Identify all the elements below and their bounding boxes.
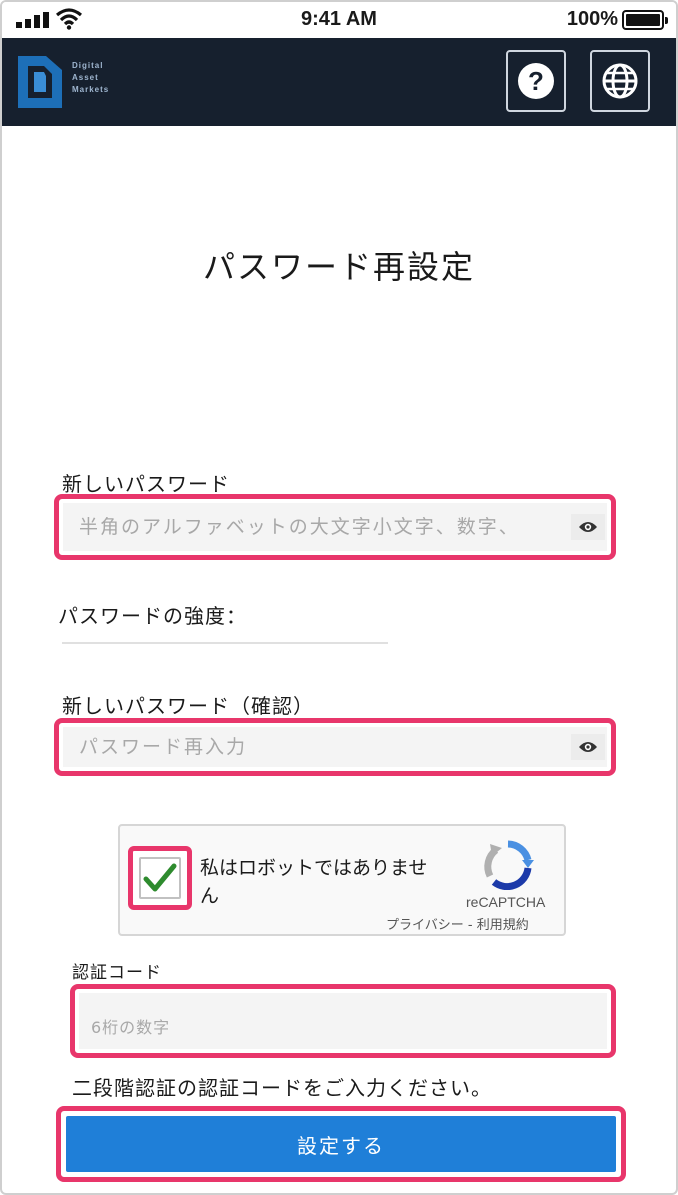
confirm-password-input[interactable]	[63, 727, 607, 767]
eye-icon	[579, 522, 597, 532]
auth-code-field	[70, 984, 616, 1058]
help-icon: ?	[518, 63, 554, 99]
new-password-input[interactable]	[63, 503, 607, 551]
recaptcha-widget: 私はロボットではありません reCAPTCHA プライバシー - 利用規約	[118, 824, 566, 936]
globe-icon	[602, 63, 638, 99]
password-strength-label: パスワードの強度：	[58, 604, 247, 628]
language-button[interactable]	[590, 50, 650, 112]
confirm-password-field	[54, 718, 616, 776]
recaptcha-logo-icon	[484, 840, 534, 890]
new-password-label: 新しいパスワード	[62, 472, 230, 496]
app-header: Digital Asset Markets ?	[2, 38, 676, 126]
eye-icon	[579, 742, 597, 752]
auth-code-input[interactable]	[79, 993, 607, 1049]
auth-code-hint: 二段階認証の認証コードをご入力ください。	[72, 1076, 492, 1100]
submit-button[interactable]: 設定する	[66, 1116, 616, 1172]
help-button[interactable]: ?	[506, 50, 566, 112]
recaptcha-brand: reCAPTCHA	[466, 894, 546, 910]
show-password-toggle[interactable]	[571, 514, 605, 540]
logo-mark-icon	[18, 56, 62, 108]
new-password-field	[54, 494, 616, 560]
confirm-password-label: 新しいパスワード（確認）	[62, 694, 314, 718]
checkmark-icon	[143, 863, 177, 892]
battery-percent: 100%	[566, 8, 618, 30]
submit-button-highlight: 設定する	[56, 1106, 626, 1182]
captcha-label: 私はロボットではありません	[200, 857, 428, 907]
battery-icon	[622, 10, 668, 30]
status-bar: 9:41 AM 100%	[2, 2, 676, 38]
show-confirm-password-toggle[interactable]	[571, 734, 605, 760]
phone-frame: 9:41 AM 100% Digital Asset Markets ? パスワ…	[0, 0, 678, 1195]
recaptcha-links[interactable]: プライバシー - 利用規約	[386, 914, 529, 933]
page-title: パスワード再設定	[202, 248, 475, 286]
captcha-checkbox-highlight	[128, 846, 192, 910]
captcha-checkbox[interactable]	[139, 857, 181, 899]
password-strength-meter	[62, 642, 388, 644]
dam-logo[interactable]: Digital Asset Markets	[16, 52, 146, 112]
auth-code-label: 認証コード	[72, 963, 162, 983]
logo-text: Digital Asset Markets	[72, 61, 110, 94]
